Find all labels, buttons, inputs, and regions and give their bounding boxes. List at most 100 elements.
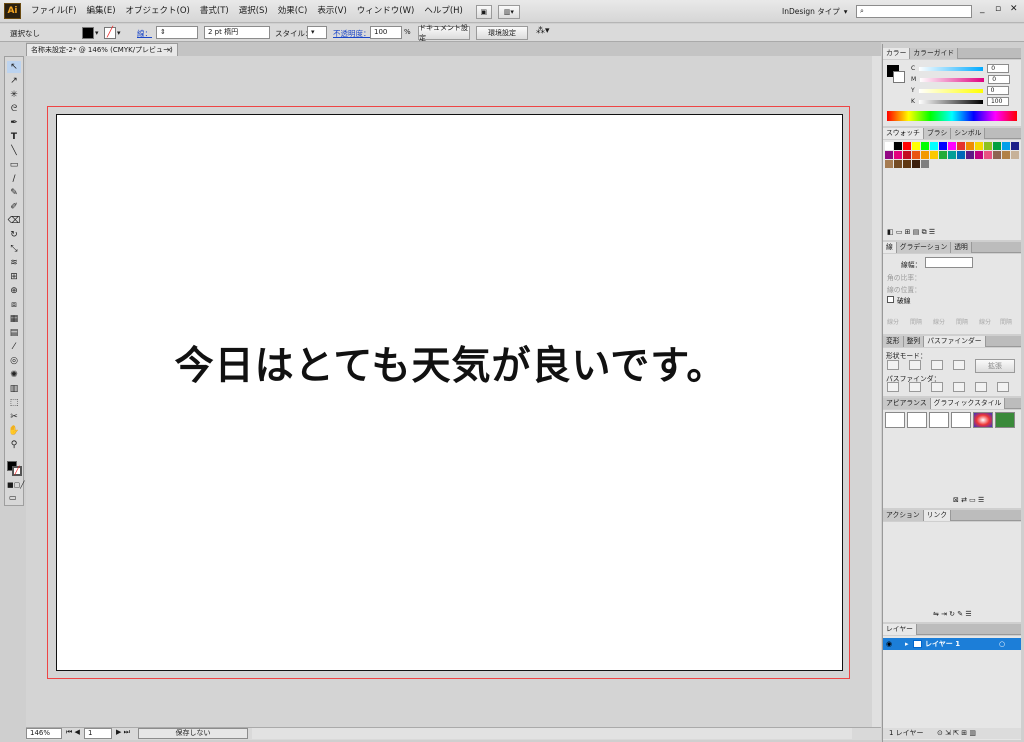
color-swatch[interactable] bbox=[957, 151, 965, 159]
color-mode-icons[interactable]: ■▢╱ bbox=[7, 481, 24, 489]
intersect-button[interactable] bbox=[931, 360, 943, 370]
stroke-weight-input[interactable] bbox=[925, 257, 973, 268]
black-slider[interactable]: K 100 bbox=[911, 97, 1009, 106]
tab-actions[interactable]: アクション bbox=[883, 510, 924, 521]
close-tab-icon[interactable]: × bbox=[166, 44, 172, 56]
stroke-label[interactable]: 線： bbox=[137, 28, 152, 39]
layer-row[interactable]: ◉ ▸ レイヤー 1 ○ bbox=[883, 638, 1021, 650]
fill-swatch[interactable] bbox=[82, 27, 94, 39]
tab-symbols[interactable]: シンボル bbox=[951, 128, 986, 139]
close-button[interactable]: ✕ bbox=[1010, 4, 1018, 14]
stroke-color-icon[interactable]: ╱ bbox=[12, 466, 22, 476]
crop-button[interactable] bbox=[953, 382, 965, 392]
slider-track[interactable] bbox=[919, 66, 984, 71]
color-swatch[interactable] bbox=[975, 151, 983, 159]
graphic-style-5[interactable] bbox=[973, 412, 993, 428]
opacity-input[interactable]: 100 bbox=[370, 26, 402, 39]
target-icon[interactable]: ○ bbox=[999, 638, 1005, 650]
blend-tool-icon[interactable]: ◎ bbox=[7, 355, 21, 367]
color-swatch[interactable] bbox=[1011, 142, 1019, 150]
column-graph-tool-icon[interactable]: ▥ bbox=[7, 383, 21, 395]
channel-m-value[interactable]: 0 bbox=[988, 75, 1011, 84]
bridge-button[interactable]: ▣ bbox=[475, 4, 492, 19]
layer-name[interactable]: レイヤー 1 bbox=[925, 638, 960, 650]
slider-track[interactable] bbox=[920, 77, 985, 82]
color-swatch[interactable] bbox=[975, 142, 983, 150]
color-swatch[interactable] bbox=[885, 151, 893, 159]
outline-button[interactable] bbox=[975, 382, 987, 392]
magic-wand-tool-icon[interactable]: ✳ bbox=[7, 89, 21, 101]
color-swatch[interactable] bbox=[948, 142, 956, 150]
eye-icon[interactable]: ◉ bbox=[886, 638, 892, 650]
color-swatch[interactable] bbox=[921, 142, 929, 150]
shape-builder-tool-icon[interactable]: ⊕ bbox=[7, 285, 21, 297]
links-panel-buttons[interactable]: ⇋ ⇥ ↻ ✎ ☰ bbox=[933, 610, 972, 618]
exclude-button[interactable] bbox=[953, 360, 965, 370]
rotate-tool-icon[interactable]: ↻ bbox=[7, 229, 21, 241]
color-swatch[interactable] bbox=[885, 160, 893, 168]
rectangle-tool-icon[interactable]: ▭ bbox=[7, 159, 21, 171]
expand-button[interactable]: 拡張 bbox=[975, 359, 1015, 373]
opacity-label[interactable]: 不透明度： bbox=[333, 28, 371, 39]
menu-view[interactable]: 表示(V) bbox=[312, 0, 351, 23]
color-swatch[interactable] bbox=[966, 142, 974, 150]
screen-mode-icon[interactable]: ▭ bbox=[9, 493, 17, 502]
graphic-style-3[interactable] bbox=[929, 412, 949, 428]
tab-transform[interactable]: 変形 bbox=[883, 336, 904, 347]
magenta-slider[interactable]: M0 bbox=[911, 75, 1011, 84]
tab-swatches[interactable]: スウォッチ bbox=[883, 128, 924, 139]
minus-back-button[interactable] bbox=[997, 382, 1009, 392]
tab-transparency[interactable]: 透明 bbox=[951, 242, 972, 253]
color-swatch[interactable] bbox=[912, 142, 920, 150]
color-swatch[interactable] bbox=[903, 151, 911, 159]
color-swatch[interactable] bbox=[939, 151, 947, 159]
trim-button[interactable] bbox=[909, 382, 921, 392]
color-swatch[interactable] bbox=[930, 151, 938, 159]
zoom-tool-icon[interactable]: ⚲ bbox=[7, 439, 21, 451]
pen-tool-icon[interactable]: ✒ bbox=[7, 117, 21, 129]
preferences-button[interactable]: 環境設定 bbox=[476, 26, 528, 40]
direct-selection-tool-icon[interactable]: ↗ bbox=[7, 75, 21, 87]
tab-graphic-styles[interactable]: グラフィックスタイル bbox=[930, 398, 1006, 409]
color-swatch[interactable] bbox=[903, 160, 911, 168]
color-swatch[interactable] bbox=[1002, 151, 1010, 159]
document-setup-button[interactable]: ドキュメント設定 bbox=[418, 24, 470, 42]
tab-stroke[interactable]: 線 bbox=[883, 242, 897, 253]
color-swatch[interactable] bbox=[939, 142, 947, 150]
color-swatch[interactable] bbox=[930, 142, 938, 150]
artboard-next-buttons[interactable]: ▶ ⏭ bbox=[116, 728, 130, 737]
tab-color[interactable]: カラー bbox=[883, 48, 911, 59]
graphic-style-2[interactable] bbox=[907, 412, 927, 428]
color-swatch[interactable] bbox=[966, 151, 974, 159]
color-swatch[interactable] bbox=[1011, 151, 1019, 159]
type-tool-icon[interactable]: T bbox=[7, 131, 21, 143]
tab-pathfinder[interactable]: パスファインダー bbox=[924, 336, 986, 347]
graphic-style-default[interactable] bbox=[885, 412, 905, 428]
line-tool-icon[interactable]: ╲ bbox=[7, 145, 21, 157]
color-swatch[interactable] bbox=[894, 142, 902, 150]
color-swatch[interactable] bbox=[912, 160, 920, 168]
menu-effect[interactable]: 効果(C) bbox=[273, 0, 313, 23]
channel-y-value[interactable]: 0 bbox=[986, 86, 1009, 95]
channel-k-value[interactable]: 100 bbox=[986, 97, 1009, 106]
chevron-down-icon[interactable]: ▾ bbox=[117, 29, 121, 37]
workspace-switcher[interactable]: InDesign タイプ ▾ bbox=[782, 5, 848, 18]
swatch-panel-buttons[interactable]: ◧ ▭ ⊞ ▤ ⧉ ☰ bbox=[887, 228, 935, 237]
pencil-tool-icon[interactable]: ✎ bbox=[7, 187, 21, 199]
color-swatch[interactable] bbox=[894, 160, 902, 168]
dashed-line-checkbox[interactable] bbox=[887, 296, 894, 303]
zoom-field[interactable]: 146% bbox=[26, 728, 62, 739]
slider-track[interactable] bbox=[918, 88, 983, 93]
tab-links[interactable]: リンク bbox=[923, 510, 952, 521]
color-swatch[interactable] bbox=[984, 151, 992, 159]
color-swatch[interactable] bbox=[921, 151, 929, 159]
merge-button[interactable] bbox=[931, 382, 943, 392]
eraser-tool-icon[interactable]: ⌫ bbox=[7, 215, 21, 227]
color-swatch[interactable] bbox=[993, 151, 1001, 159]
color-swatch[interactable] bbox=[1002, 142, 1010, 150]
color-swatch[interactable] bbox=[993, 142, 1001, 150]
layers-panel-buttons[interactable]: ⊙ ⇲ ⇱ ⊞ ▥ bbox=[937, 728, 976, 739]
slice-tool-icon[interactable]: ✂ bbox=[7, 411, 21, 423]
vertical-scrollbar[interactable] bbox=[872, 56, 881, 728]
lasso-tool-icon[interactable]: ᘓ bbox=[7, 103, 21, 115]
